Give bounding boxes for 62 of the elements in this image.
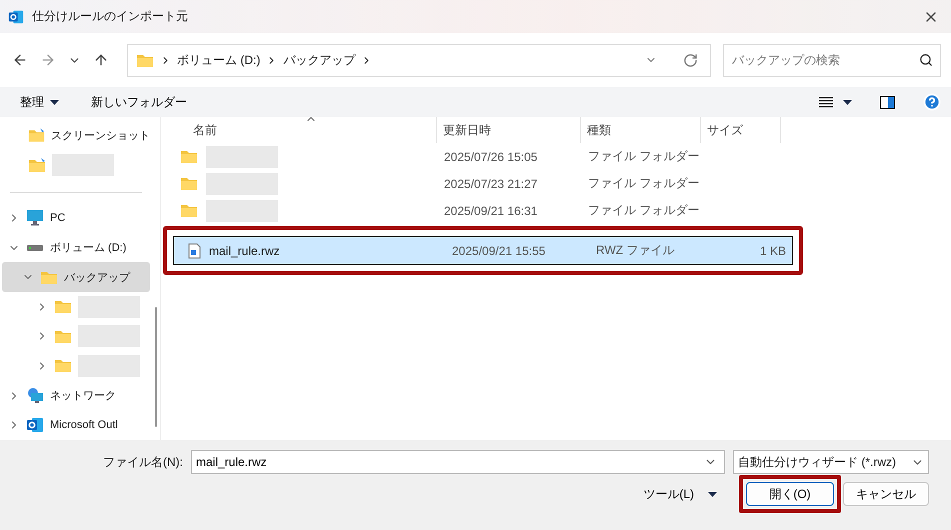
refresh-icon (683, 52, 698, 68)
modified-date: 2025/07/26 15:05 (443, 150, 538, 164)
network-icon (26, 387, 44, 404)
folder-icon (54, 358, 72, 374)
file-type: RWZ ファイル (595, 242, 676, 259)
nav-tree-item[interactable]: バックアップ (2, 262, 150, 292)
nav-tree-item[interactable]: Microsoft Outl (2, 410, 150, 440)
column-header[interactable]: サイズ (701, 117, 781, 143)
pinned-folder-icon (28, 158, 46, 173)
folder-icon (180, 176, 198, 191)
modified-date: 2025/09/21 15:55 (451, 244, 546, 258)
file-row[interactable]: mail_rule.rwz 2025/09/21 15:55 RWZ ファイル 1 KB (173, 236, 793, 265)
list-view-icon[interactable] (819, 96, 833, 108)
monitor-icon (26, 209, 44, 226)
breadcrumb[interactable]: ボリューム (D:) (177, 52, 260, 68)
nav-tree-item[interactable]: ネットワーク (2, 380, 150, 410)
tools-menu[interactable]: ツール(L) (637, 484, 723, 504)
outlook-logo-icon (26, 416, 44, 434)
organize-menu[interactable]: 整理 (18, 92, 61, 112)
window-title: 仕分けルールのインポート元 (32, 8, 189, 25)
breadcrumb[interactable]: バックアップ (283, 52, 356, 68)
file-row[interactable]: 2025/07/26 15:05 ファイル フォルダー (166, 143, 950, 170)
drive-icon (26, 244, 44, 252)
help-icon[interactable] (923, 93, 941, 111)
address-bar[interactable]: ボリューム (D:) バックアップ (127, 44, 711, 76)
file-type-dropdown[interactable]: 自動仕分けウィザード (*.rwz) (733, 450, 929, 474)
search-icon (919, 53, 933, 67)
folder-icon (54, 299, 72, 314)
preview-pane-icon[interactable] (880, 96, 895, 108)
modified-date: 2025/07/23 21:27 (443, 176, 538, 190)
file-row[interactable]: 2025/09/21 16:31 ファイル フォルダー (166, 197, 950, 224)
search-field[interactable]: バックアップの検索 (723, 44, 941, 76)
nav-tree-item[interactable]: スクリーンショット (2, 121, 150, 151)
file-type: ファイル フォルダー (587, 202, 700, 219)
file-size: 1 KB (758, 244, 787, 258)
file-name-label: ファイル名(N): (103, 454, 183, 470)
open-button[interactable]: 開く(O) (746, 482, 834, 506)
file-row[interactable]: 2025/07/23 21:27 ファイル フォルダー (166, 170, 950, 197)
new-folder-button[interactable]: 新しいフォルダー (89, 92, 189, 112)
folder-icon (54, 328, 72, 344)
file-name: mail_rule.rwz (209, 244, 280, 258)
file-type: ファイル フォルダー (587, 175, 700, 192)
caret-icon (50, 100, 59, 104)
folder-icon (136, 52, 154, 68)
folder-icon (40, 270, 58, 285)
outlook-logo-icon (8, 8, 24, 24)
file-type: ファイル フォルダー (587, 148, 700, 165)
folder-icon (180, 203, 198, 218)
cancel-button[interactable]: キャンセル (843, 482, 929, 506)
column-header[interactable]: 更新日時 (437, 117, 581, 143)
document-icon (188, 242, 201, 258)
modified-date: 2025/09/21 16:31 (443, 204, 538, 218)
file-name-field[interactable]: mail_rule.rwz (191, 450, 725, 474)
column-header[interactable]: 種類 (581, 117, 701, 143)
folder-icon (180, 149, 198, 164)
nav-tree-item[interactable]: ボリューム (D:) (2, 232, 150, 262)
scrollbar-thumb[interactable] (155, 307, 157, 427)
caret-icon (708, 492, 717, 496)
nav-tree-item[interactable]: PC (2, 203, 150, 233)
pinned-folder-icon (28, 128, 45, 144)
column-header[interactable]: 名前 (165, 117, 437, 143)
caret-icon (843, 100, 852, 104)
